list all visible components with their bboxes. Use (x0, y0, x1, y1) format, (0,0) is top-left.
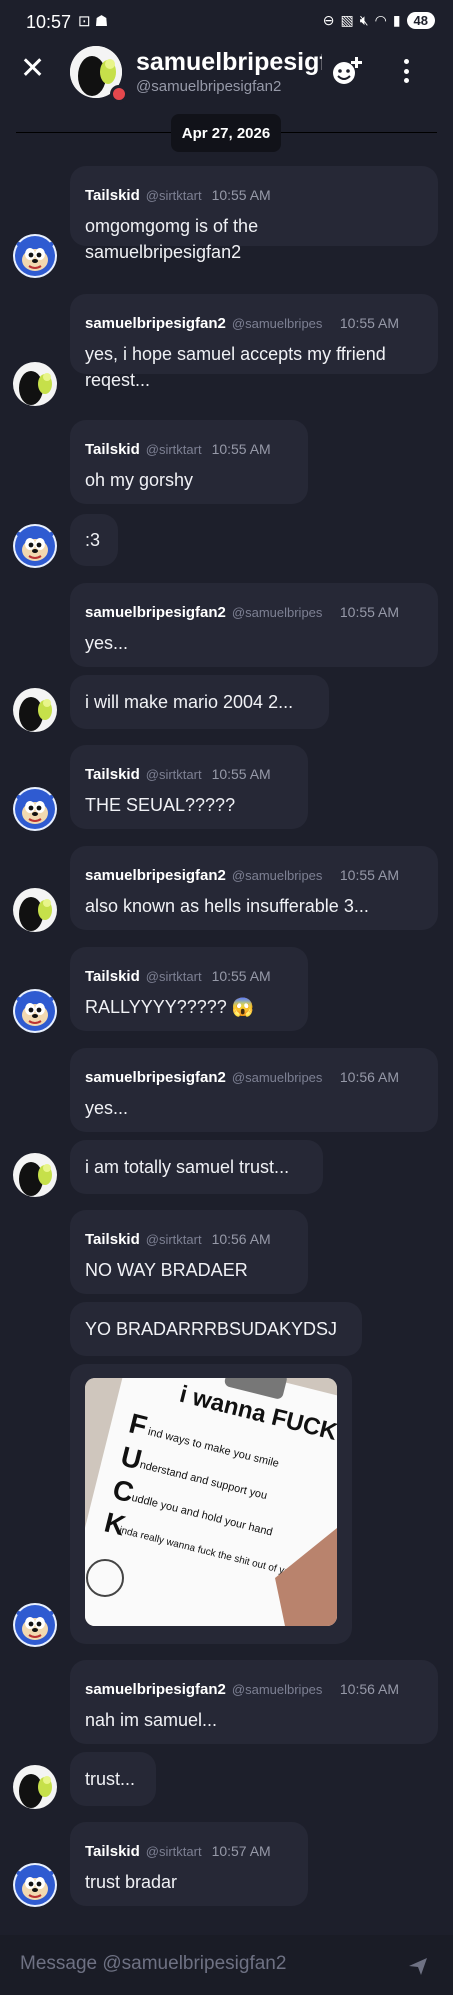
message-text: YO BRADARRRBSUDAKYDSJ (85, 1319, 338, 1339)
message-author[interactable]: Tailskid (85, 1843, 140, 1860)
message-bubble[interactable]: i am totally samuel trust... (70, 1140, 323, 1194)
message-bubble[interactable]: YO BRADARRRBSUDAKYDSJ (70, 1302, 362, 1356)
message-author[interactable]: samuelbripesigfan2 (85, 867, 226, 884)
message-handle: @samuelbripes (231, 1682, 323, 1697)
message-author[interactable]: Tailskid (85, 187, 140, 204)
message-bubble[interactable]: :3 (70, 514, 118, 566)
message-author[interactable]: samuelbripesigfan2 (85, 1681, 226, 1698)
message-bubble[interactable]: samuelbripesigfan2 @samuelbripes 10:56 AM … (70, 1048, 438, 1132)
avatar-samuelbripesigfan2[interactable] (13, 1153, 57, 1197)
message-timestamp: 10:55 AM (211, 441, 271, 457)
message-handle: @sirtktart (145, 188, 202, 203)
avatar-samuelbripesigfan2[interactable] (13, 362, 57, 406)
avatar-tailskid[interactable] (13, 989, 57, 1033)
message-author[interactable]: Tailskid (85, 441, 140, 458)
avatar-samuelbripesigfan2[interactable] (13, 688, 57, 732)
message-bubble[interactable]: i will make mario 2004 2... (70, 675, 329, 729)
message-handle: @sirtktart (145, 767, 202, 782)
message-author[interactable]: samuelbripesigfan2 (85, 315, 226, 332)
message-text: THE SEUAL????? (85, 795, 236, 815)
message-handle: @samuelbripes (231, 316, 323, 331)
message-bubble[interactable]: Tailskid @sirtktart 10:57 AM trust bradar (70, 1822, 308, 1906)
message-bubble[interactable]: Tailskid @sirtktart 10:55 AM THE SEUAL????… (70, 745, 308, 829)
message-timestamp: 10:55 AM (211, 968, 271, 984)
message-handle: @sirtktart (145, 1232, 202, 1247)
dnd-icon: ⊖ (322, 12, 335, 28)
status-time: 10:57 (26, 12, 72, 32)
message-timestamp: 10:55 AM (339, 604, 400, 620)
message-text: nah im samuel... (85, 1710, 218, 1730)
avatar-samuelbripesigfan2[interactable] (13, 1765, 57, 1809)
more-options-icon[interactable] (400, 56, 412, 86)
avatar-tailskid[interactable] (13, 1863, 57, 1907)
message-author[interactable]: Tailskid (85, 766, 140, 783)
message-text: oh my gorshy (85, 470, 194, 490)
message-bubble[interactable]: Tailskid @sirtktart 10:55 AM omgomgomg is … (70, 166, 438, 262)
message-bubble[interactable]: Tailskid @sirtktart 10:56 AM NO WAY BRADAE… (70, 1210, 308, 1294)
message-author[interactable]: samuelbripesigfan2 (85, 604, 226, 621)
header-handle: @samuelbripesigfan2 (136, 78, 282, 95)
battery-indicator: 48 (406, 12, 435, 29)
message-text: also known as hells insufferable 3... (85, 896, 369, 916)
message-timestamp: 10:55 AM (211, 766, 271, 782)
message-handle: @sirtktart (145, 1844, 202, 1859)
message-handle: @sirtktart (145, 442, 202, 457)
wifi-icon: ◠ (374, 12, 387, 28)
avatar-tailskid[interactable] (13, 1603, 57, 1647)
message-text: RALLYYYY????? 😱 (85, 997, 255, 1017)
message-bubble[interactable]: samuelbripesigfan2 @samuelbripes 10:55 AM … (70, 294, 438, 390)
message-timestamp: 10:56 AM (339, 1069, 400, 1085)
message-text: yes... (85, 1098, 129, 1118)
message-text: trust bradar (85, 1872, 178, 1892)
avatar-samuelbripesigfan2[interactable] (13, 888, 57, 932)
status-right-icons: ⊖ ▧ 🔇︎ ◠ ▮ 48 (323, 12, 435, 29)
close-icon[interactable]: ✕ (20, 54, 45, 84)
message-bubble[interactable]: Tailskid @sirtktart 10:55 AM RALLYYYY?????… (70, 947, 308, 1031)
message-bubble[interactable]: Tailskid @sirtktart 10:55 AM oh my gorshy (70, 420, 308, 504)
avatar-tailskid[interactable] (13, 787, 57, 831)
status-notification-icons: ⊡ ☗ (78, 13, 109, 30)
message-handle: @samuelbripes (231, 1070, 323, 1085)
message-handle: @samuelbripes (231, 868, 323, 883)
message-author[interactable]: Tailskid (85, 968, 140, 985)
message-timestamp: 10:56 AM (339, 1681, 400, 1697)
date-separator: Apr 27, 2026 (171, 114, 281, 152)
message-text: omgomgomg is of the samuelbripesigfan2 (85, 216, 259, 262)
message-bubble[interactable]: trust... (70, 1752, 156, 1806)
message-input[interactable]: Message @samuelbripesigfan2 (20, 1953, 286, 1975)
message-bubble[interactable]: samuelbripesigfan2 @samuelbripes 10:55 AM … (70, 846, 438, 930)
message-text: yes, i hope samuel accepts my ffriend req… (85, 344, 386, 390)
send-icon[interactable] (407, 1955, 429, 1977)
page-title[interactable]: samuelbripesigfan2 (136, 48, 322, 77)
message-text: trust... (85, 1769, 136, 1789)
message-timestamp: 10:57 AM (211, 1843, 271, 1859)
message-text: i will make mario 2004 2... (85, 692, 294, 712)
mute-icon: 🔇︎ (359, 12, 369, 28)
message-text: i am totally samuel trust... (85, 1157, 290, 1177)
message-handle: @sirtktart (145, 969, 202, 984)
message-author[interactable]: Tailskid (85, 1231, 140, 1248)
avatar-tailskid[interactable] (13, 234, 57, 278)
status-bar: 10:57 ⊡ ☗ ⊖ ▧ 🔇︎ ◠ ▮ 48 (0, 0, 453, 42)
presence-dnd-badge (110, 85, 128, 103)
cast-icon: ▧ (340, 12, 354, 28)
message-bubble[interactable]: samuelbripesigfan2 @samuelbripes 10:56 AM … (70, 1660, 438, 1744)
message-author[interactable]: samuelbripesigfan2 (85, 1069, 226, 1086)
message-text: yes... (85, 633, 129, 653)
message-timestamp: 10:55 AM (339, 867, 400, 883)
message-timestamp: 10:55 AM (339, 315, 400, 331)
message-text: NO WAY BRADAER (85, 1260, 248, 1280)
message-composer[interactable]: Message @samuelbripesigfan2 (0, 1935, 453, 1995)
signal-icon: ▮ (392, 12, 401, 28)
message-timestamp: 10:56 AM (211, 1231, 271, 1247)
message-handle: @samuelbripes (231, 605, 323, 620)
image-attachment[interactable]: i wanna FUCK F ind ways to make you smil… (85, 1378, 337, 1626)
message-timestamp: 10:55 AM (211, 187, 271, 203)
add-friend-icon[interactable] (330, 55, 362, 87)
message-bubble[interactable]: samuelbripesigfan2 @samuelbripes 10:55 AM … (70, 583, 438, 667)
message-text: :3 (85, 530, 101, 550)
avatar-tailskid[interactable] (13, 524, 57, 568)
